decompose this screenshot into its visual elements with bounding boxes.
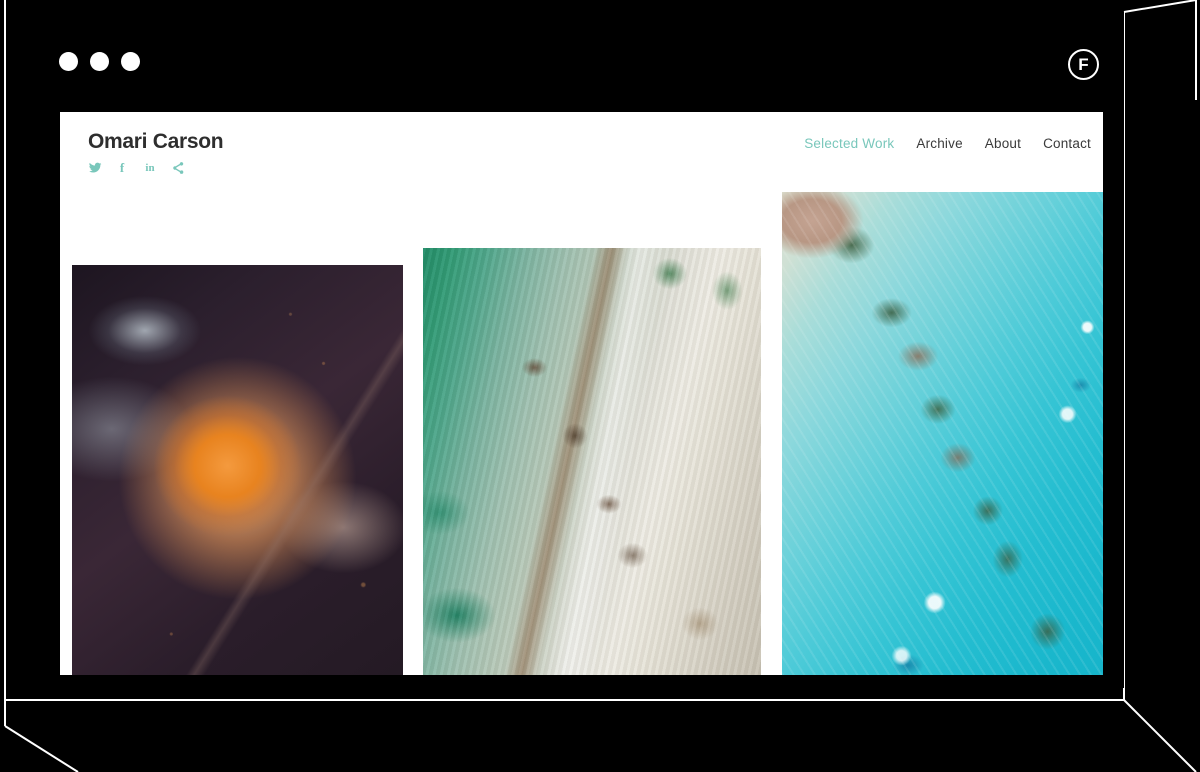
artwork-ink-swirl[interactable] [72,265,403,675]
close-dot-icon[interactable] [59,52,78,71]
nav-item-about[interactable]: About [985,136,1021,151]
site-header: Omari Carson f in Selected Work Archive … [60,112,1103,196]
nav-item-contact[interactable]: Contact [1043,136,1091,151]
linkedin-icon[interactable]: in [142,161,158,175]
nav-item-selected-work[interactable]: Selected Work [804,136,894,151]
traffic-light-buttons [59,52,140,71]
browser-window: F Omari Carson f in Selected Work Archiv… [12,12,1124,688]
page-title: Omari Carson [88,130,224,153]
nav-item-archive[interactable]: Archive [916,136,962,151]
brand-logo-icon[interactable]: F [1068,49,1099,80]
social-links: f in [88,161,185,175]
artwork-gallery [60,112,1103,675]
artwork-turquoise-cays[interactable] [782,192,1103,675]
artwork-ink-swirl-image [72,265,403,675]
artwork-aerial-coastline-image [423,248,761,675]
facebook-icon[interactable]: f [115,161,129,175]
artwork-aerial-coastline[interactable] [423,248,761,675]
site-viewport: Omari Carson f in Selected Work Archive … [60,112,1103,675]
share-icon[interactable] [171,161,185,175]
maximize-dot-icon[interactable] [121,52,140,71]
screenshot-stage: F Omari Carson f in Selected Work Archiv… [0,0,1200,772]
browser-titlebar: F [12,12,1124,112]
artwork-turquoise-cays-image [782,192,1103,675]
site-navigation: Selected Work Archive About Contact [804,136,1091,151]
minimize-dot-icon[interactable] [90,52,109,71]
twitter-icon[interactable] [88,161,102,175]
